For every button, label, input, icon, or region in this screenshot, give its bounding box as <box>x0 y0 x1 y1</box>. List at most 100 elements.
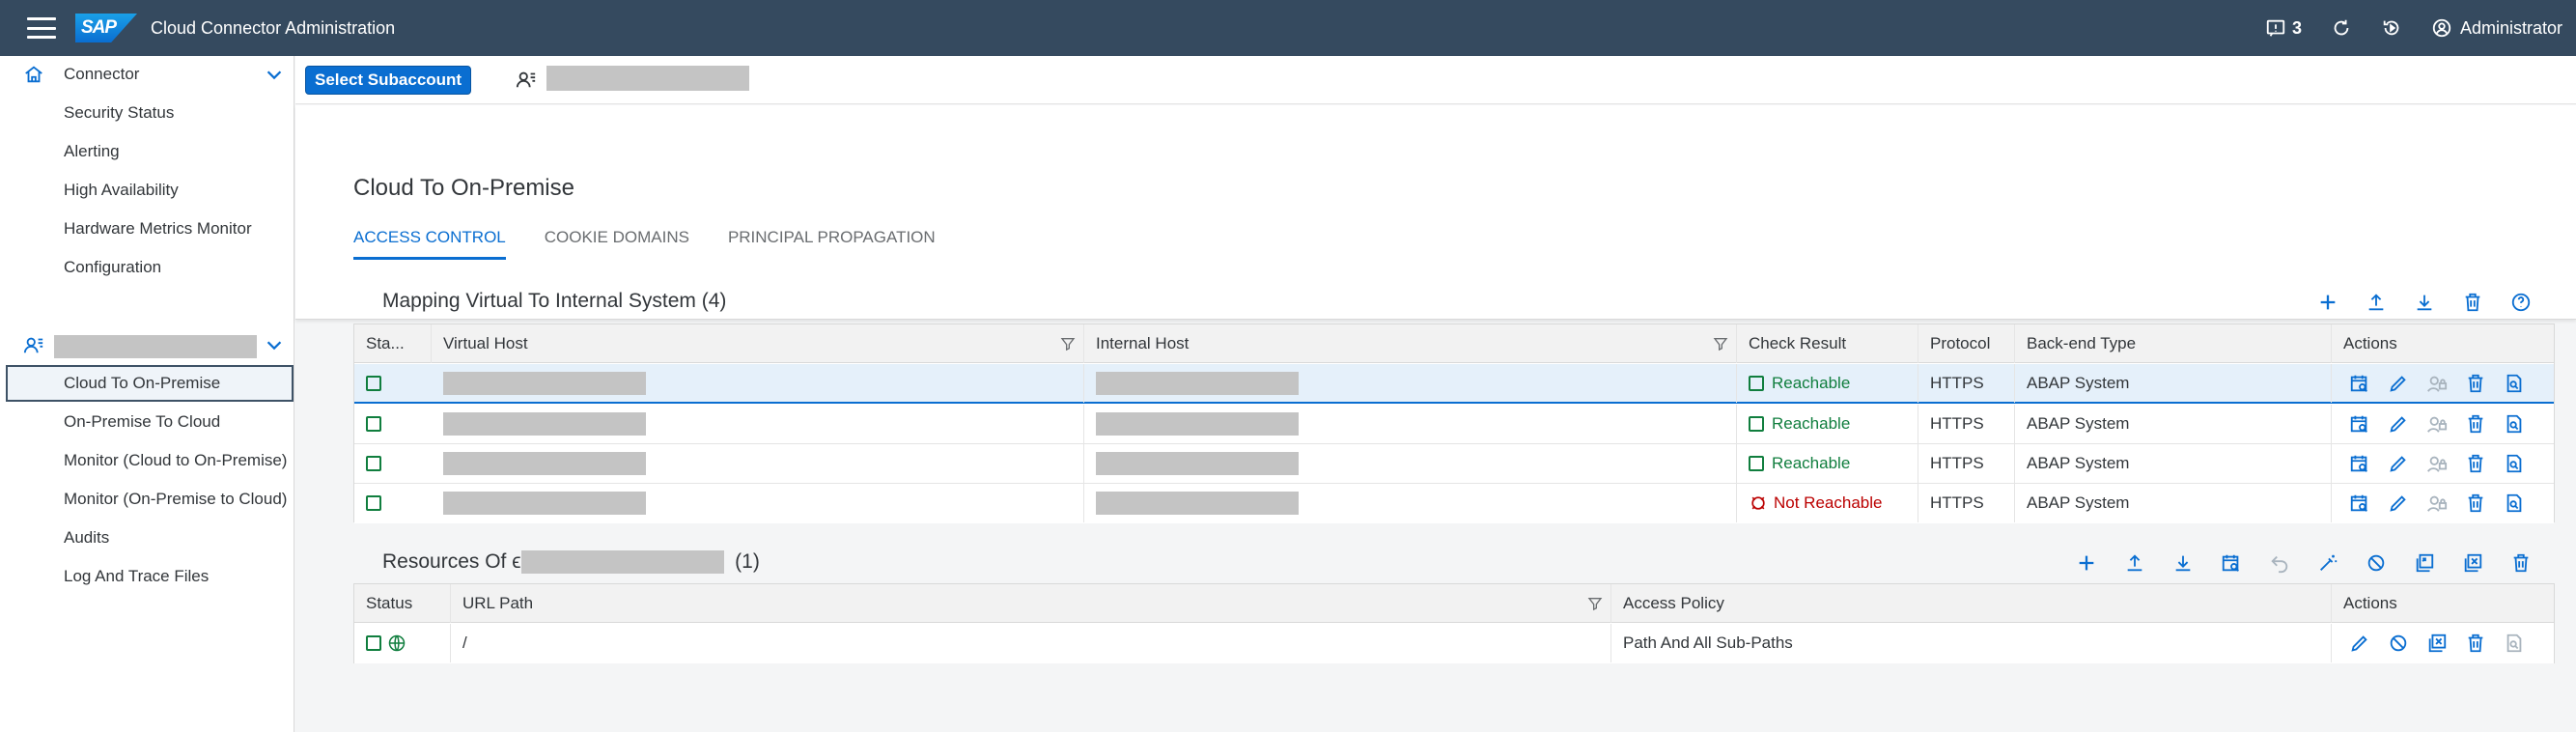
row-actions <box>2332 364 2556 403</box>
col-check-result[interactable]: Check Result <box>1737 324 1918 363</box>
select-subaccount-button[interactable]: Select Subaccount <box>305 66 472 95</box>
view-details-icon[interactable] <box>2504 493 2525 514</box>
history-button[interactable] <box>2381 17 2402 39</box>
tab-principal-propagation[interactable]: PRINCIPAL PROPAGATION <box>728 228 936 260</box>
upload-button[interactable] <box>2362 288 2391 317</box>
disable-button[interactable] <box>2362 549 2391 577</box>
status-checkbox[interactable] <box>366 495 381 511</box>
view-details-icon[interactable] <box>2504 373 2525 394</box>
delete-icon[interactable] <box>2465 453 2486 474</box>
view-details-icon[interactable] <box>2504 633 2525 654</box>
view-details-icon[interactable] <box>2504 413 2525 435</box>
undo-icon <box>2271 555 2288 574</box>
nav-alerting[interactable]: Alerting <box>0 133 294 170</box>
block-icon[interactable] <box>2388 633 2409 654</box>
principal-lock-icon[interactable] <box>2426 413 2448 435</box>
delete-all-button[interactable] <box>2458 288 2487 317</box>
table-row[interactable]: Not Reachable HTTPS ABAP System <box>354 484 2554 523</box>
col-status[interactable]: Sta... <box>354 324 432 363</box>
table-row[interactable]: Reachable HTTPS ABAP System <box>354 405 2554 444</box>
wizard-button[interactable] <box>2313 549 2342 577</box>
refresh-button[interactable] <box>2331 17 2352 39</box>
user-icon <box>2432 18 2451 38</box>
row-status[interactable] <box>354 484 432 522</box>
nav-high-availability[interactable]: High Availability <box>0 172 294 209</box>
download-button[interactable] <box>2169 549 2198 577</box>
nav-subaccount[interactable] <box>0 326 294 363</box>
row-status[interactable] <box>354 444 432 483</box>
nav-on-premise-to-cloud[interactable]: On-Premise To Cloud <box>0 404 294 440</box>
undo-button[interactable] <box>2265 549 2294 577</box>
check-availability-button[interactable] <box>2217 549 2246 577</box>
col-protocol[interactable]: Protocol <box>1918 324 2015 363</box>
enable-all-button[interactable] <box>2410 549 2439 577</box>
delete-icon[interactable] <box>2465 633 2486 654</box>
col-access-policy[interactable]: Access Policy <box>1611 584 2332 623</box>
check-availability-icon[interactable] <box>2349 493 2370 514</box>
row-status[interactable] <box>354 364 432 403</box>
check-availability-icon[interactable] <box>2349 373 2370 394</box>
principal-lock-icon[interactable] <box>2426 493 2448 514</box>
delete-all-button[interactable] <box>2506 549 2535 577</box>
add-mapping-button[interactable] <box>2313 288 2342 317</box>
status-checkbox[interactable] <box>366 376 381 391</box>
col-url-path[interactable]: URL Path <box>451 584 1611 623</box>
chevron-down-icon[interactable] <box>264 64 285 85</box>
edit-icon[interactable] <box>2388 493 2409 514</box>
nav-security-status[interactable]: Security Status <box>0 95 294 131</box>
principal-lock-icon[interactable] <box>2426 373 2448 394</box>
principal-lock-icon[interactable] <box>2426 453 2448 474</box>
download-button[interactable] <box>2410 288 2439 317</box>
resources-title-text: Resources Of ϵ <box>382 550 521 573</box>
col-url-path-label: URL Path <box>462 594 534 612</box>
nav-hardware-metrics-monitor[interactable]: Hardware Metrics Monitor <box>0 211 294 247</box>
edit-icon[interactable] <box>2388 373 2409 394</box>
nav-cloud-to-on-premise[interactable]: Cloud To On-Premise <box>6 365 294 402</box>
edit-icon[interactable] <box>2349 633 2370 654</box>
col-status[interactable]: Status <box>354 584 451 623</box>
table-row[interactable]: Reachable HTTPS ABAP System <box>354 444 2554 484</box>
check-result-cell: Reachable <box>1737 364 1918 403</box>
virtual-host-cell <box>432 364 1084 403</box>
disable-all-button[interactable] <box>2458 549 2487 577</box>
delete-icon <box>2513 553 2529 573</box>
nav-log-and-trace-files[interactable]: Log And Trace Files <box>0 558 294 595</box>
disable-icon[interactable] <box>2426 633 2448 654</box>
menu-icon[interactable] <box>27 17 56 39</box>
delete-icon[interactable] <box>2465 373 2486 394</box>
side-navigation: Connector Security Status Alerting High … <box>0 56 294 732</box>
row-status[interactable] <box>354 624 451 662</box>
nav-audits[interactable]: Audits <box>0 520 294 556</box>
tab-access-control[interactable]: ACCESS CONTROL <box>353 228 506 260</box>
table-row[interactable]: Reachable HTTPS ABAP System <box>354 364 2554 404</box>
col-virtual-host[interactable]: Virtual Host <box>432 324 1084 363</box>
nav-configuration[interactable]: Configuration <box>0 249 294 286</box>
tab-cookie-domains[interactable]: COOKIE DOMAINS <box>545 228 689 260</box>
table-row[interactable]: / Path And All Sub-Paths <box>354 624 2554 663</box>
nav-connector[interactable]: Connector <box>0 56 294 93</box>
notifications-button[interactable]: 3 <box>2265 17 2302 39</box>
chevron-down-icon[interactable] <box>264 334 285 355</box>
row-status[interactable] <box>354 405 432 443</box>
status-checkbox[interactable] <box>366 416 381 432</box>
delete-icon[interactable] <box>2465 413 2486 435</box>
check-availability-icon[interactable] <box>2349 453 2370 474</box>
add-resource-button[interactable] <box>2072 549 2101 577</box>
check-availability-icon[interactable] <box>2349 413 2370 435</box>
status-checkbox[interactable] <box>366 456 381 471</box>
view-details-icon[interactable] <box>2504 453 2525 474</box>
help-button[interactable] <box>2506 288 2535 317</box>
mapping-table-title: Mapping Virtual To Internal System (4) <box>382 290 726 313</box>
col-internal-host[interactable]: Internal Host <box>1084 324 1737 363</box>
delete-icon[interactable] <box>2465 493 2486 514</box>
col-backend-type[interactable]: Back-end Type <box>2015 324 2332 363</box>
user-menu-button[interactable]: Administrator <box>2431 17 2562 39</box>
nav-monitor-on-premise-to-cloud[interactable]: Monitor (On-Premise to Cloud) <box>0 481 294 518</box>
status-checkbox[interactable] <box>366 635 381 651</box>
mapping-table-header: Sta... Virtual Host Internal Host Check … <box>354 324 2554 363</box>
upload-button[interactable] <box>2120 549 2149 577</box>
edit-icon[interactable] <box>2388 413 2409 435</box>
edit-icon[interactable] <box>2388 453 2409 474</box>
nav-label: Hardware Metrics Monitor <box>64 219 252 238</box>
nav-monitor-cloud-to-on-premise[interactable]: Monitor (Cloud to On-Premise) <box>0 442 294 479</box>
